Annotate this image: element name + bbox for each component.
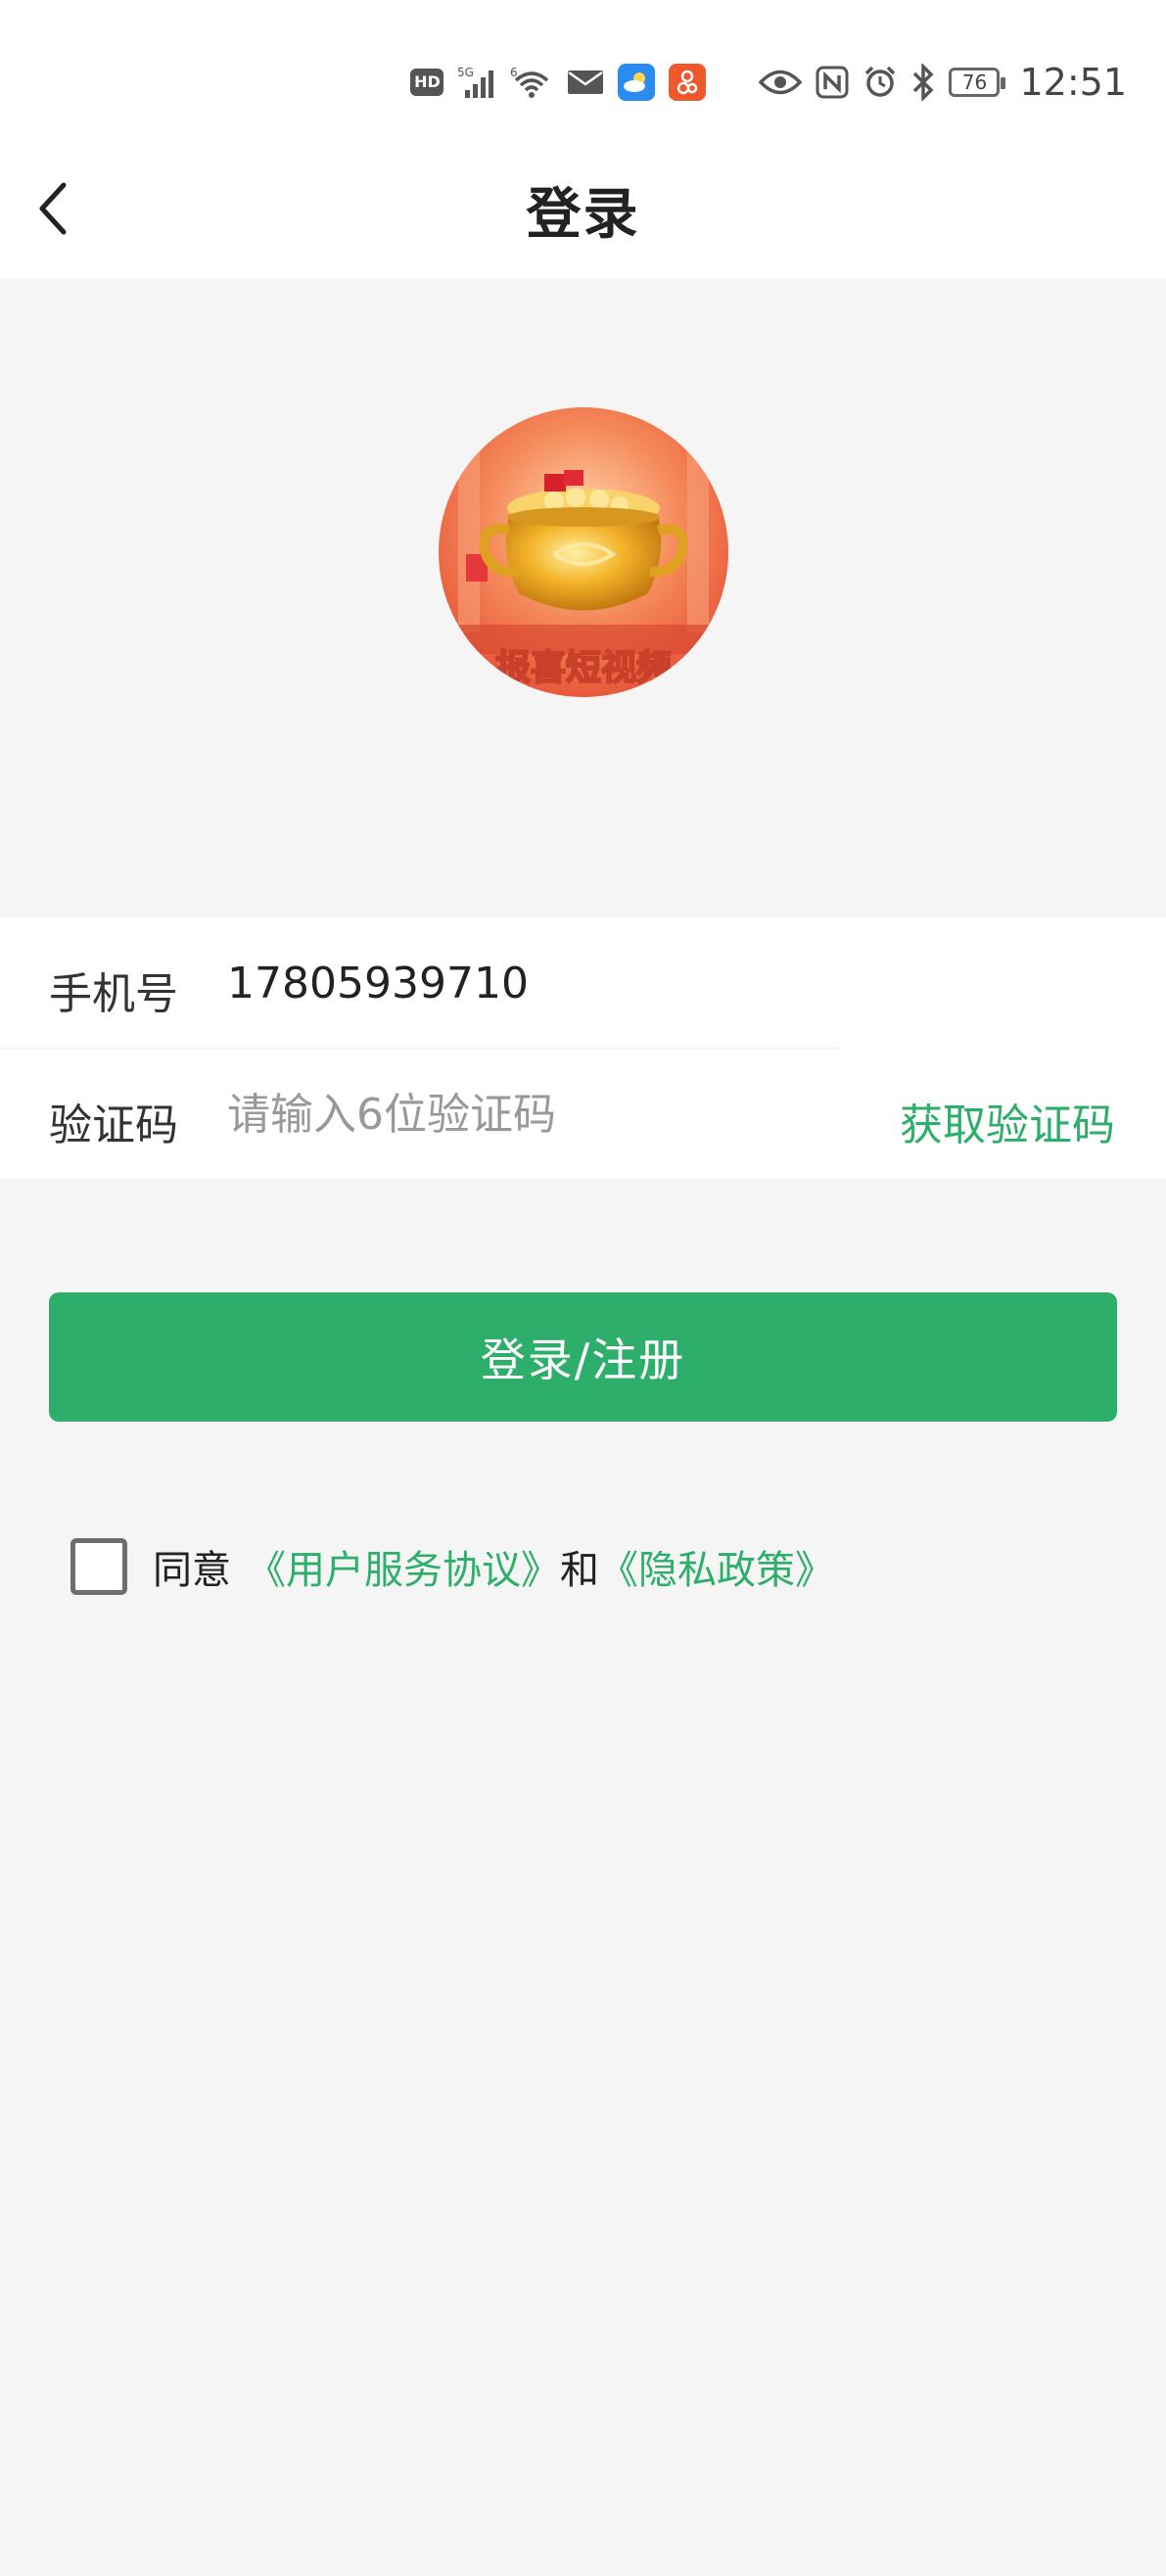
signal-5g-icon: 5G — [457, 65, 496, 100]
svg-text:6: 6 — [510, 66, 518, 79]
app-notification-icon — [669, 64, 707, 101]
phone-row: 手机号 — [0, 917, 1166, 1048]
agreement-row: 同意 《用户服务协议》 和 《隐私政策》 — [70, 1537, 834, 1596]
agree-checkbox[interactable] — [70, 1538, 127, 1595]
code-row: 验证码 获取验证码 — [0, 1049, 1166, 1179]
mail-icon — [567, 68, 604, 97]
agree-prefix: 同意 — [153, 1548, 231, 1593]
page-title: 登录 — [526, 183, 640, 247]
login-form: 手机号 验证码 获取验证码 — [0, 917, 1166, 1178]
terms-link[interactable]: 《用户服务协议》 — [247, 1538, 560, 1595]
wifi-icon: 6 — [510, 65, 553, 100]
alarm-icon — [863, 65, 898, 100]
status-bar: HD 5G 6 76 12:51 — [0, 0, 1166, 137]
bluetooth-icon — [911, 64, 935, 101]
code-label: 验证码 — [49, 1101, 178, 1150]
weather-app-icon — [618, 64, 656, 101]
hd-icon: HD — [410, 69, 444, 96]
code-input[interactable] — [227, 1076, 775, 1152]
status-time: 12:51 — [1019, 61, 1127, 104]
logo-text: 报喜短视频 — [495, 648, 672, 688]
nfc-icon — [816, 66, 849, 99]
status-icons: HD 5G 6 76 12:51 — [410, 61, 1127, 104]
phone-label: 手机号 — [49, 969, 178, 1019]
privacy-link[interactable]: 《隐私政策》 — [599, 1538, 834, 1595]
battery-icon: 76 — [949, 68, 1006, 97]
login-register-button[interactable]: 登录/注册 — [49, 1292, 1117, 1422]
svg-text:5G: 5G — [457, 66, 474, 79]
eye-icon — [759, 68, 803, 97]
agree-conjunction: 和 — [560, 1548, 599, 1593]
app-logo: 报喜短视频 — [439, 407, 728, 697]
get-code-button[interactable]: 获取验证码 — [900, 1090, 1115, 1152]
phone-input[interactable] — [227, 945, 854, 1021]
header-bar: 登录 — [0, 137, 1166, 279]
